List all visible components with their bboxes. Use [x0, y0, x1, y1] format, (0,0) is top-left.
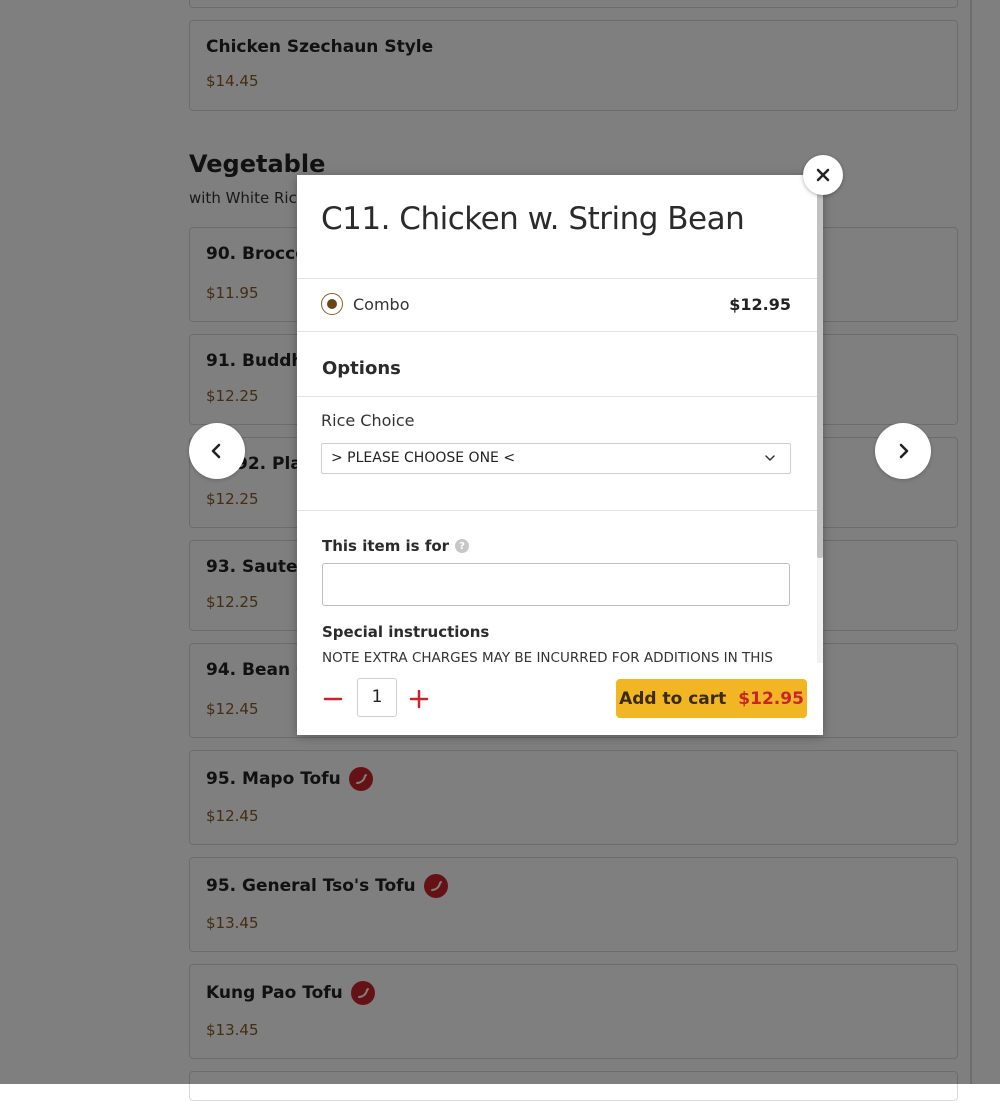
question-circle-icon[interactable]: ?	[455, 539, 470, 553]
quantity-input[interactable]: 1	[357, 678, 397, 717]
item-for-label: This item is for ?	[322, 537, 470, 555]
modal-title: C11. Chicken w. String Bean	[321, 201, 745, 237]
add-to-cart-label: Add to cart	[619, 688, 727, 709]
scrollbar-thumb[interactable]	[817, 193, 823, 558]
combo-radio[interactable]	[321, 293, 343, 315]
minus-icon	[323, 697, 343, 701]
add-to-cart-price: $12.95	[738, 688, 804, 709]
special-instructions-label: Special instructions	[322, 623, 490, 641]
rice-choice-label: Rice Choice	[321, 411, 415, 430]
modal-footer: 1 Add to cart $12.95	[297, 663, 823, 735]
item-modal: C11. Chicken w. String Bean Combo $12.95…	[297, 175, 823, 735]
options-heading: Options	[322, 358, 401, 379]
divider	[297, 331, 817, 332]
plus-icon	[409, 689, 429, 709]
item-for-label-text: This item is for	[322, 537, 450, 555]
divider	[297, 510, 817, 511]
decrease-quantity-button[interactable]	[319, 685, 347, 713]
chevron-right-icon	[899, 443, 909, 459]
size-option-label[interactable]: Combo	[353, 295, 410, 314]
divider	[297, 278, 817, 279]
item-for-input[interactable]	[322, 563, 790, 606]
previous-item-button[interactable]	[189, 423, 245, 479]
close-icon	[816, 168, 830, 182]
radio-selected-dot	[327, 299, 337, 309]
special-instructions-note: NOTE EXTRA CHARGES MAY BE INCURRED FOR A…	[322, 650, 774, 663]
increase-quantity-button[interactable]	[405, 685, 433, 713]
chevron-down-icon	[765, 455, 775, 462]
chevron-left-icon	[211, 443, 221, 459]
size-option-price: $12.95	[729, 295, 791, 314]
modal-content[interactable]: C11. Chicken w. String Bean Combo $12.95…	[297, 175, 817, 663]
close-modal-button[interactable]	[803, 155, 843, 195]
add-to-cart-button[interactable]: Add to cart $12.95	[616, 679, 807, 718]
next-item-button[interactable]	[875, 423, 931, 479]
divider	[297, 396, 817, 397]
rice-choice-select[interactable]: > PLEASE CHOOSE ONE <	[321, 443, 791, 474]
rice-choice-value: > PLEASE CHOOSE ONE <	[331, 450, 516, 466]
